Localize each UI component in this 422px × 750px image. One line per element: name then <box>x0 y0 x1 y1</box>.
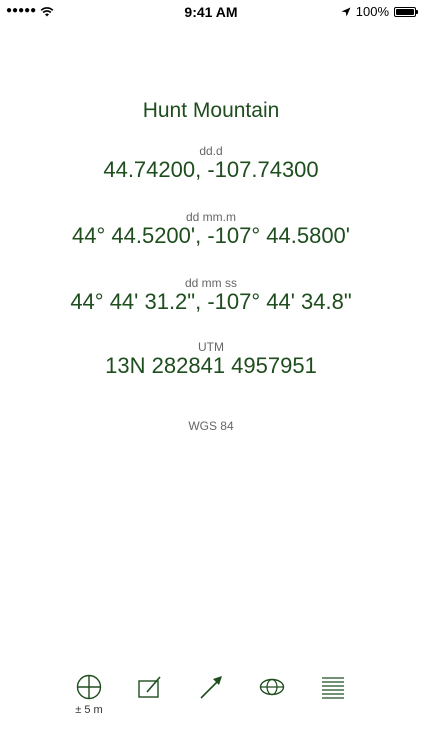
edit-button[interactable] <box>130 674 170 700</box>
accuracy-label: ± 5 m <box>75 704 103 716</box>
coordinate-value-ddmm: 44° 44.5200', -107° 44.5800' <box>72 223 350 248</box>
format-label-ddmm: dd mm.m <box>185 210 236 224</box>
globe-icon <box>259 678 285 696</box>
battery-percent: 100% <box>355 4 389 19</box>
format-label-utm: UTM <box>198 340 224 354</box>
battery-icon <box>394 7 418 17</box>
direction-button[interactable] <box>191 674 231 700</box>
location-title: Hunt Mountain <box>142 99 280 122</box>
globe-button[interactable] <box>252 674 292 700</box>
list-icon <box>322 677 344 699</box>
list-button[interactable] <box>313 674 353 700</box>
coordinate-value-dd: 44.74200, -107.74300 <box>103 157 319 182</box>
edit-icon <box>138 676 161 698</box>
format-label-dd: dd.d <box>199 144 223 158</box>
crosshair-icon <box>76 674 102 700</box>
bottom-toolbar: ± 5 m <box>0 672 422 742</box>
format-label-ddmmss: dd mm ss <box>184 276 237 290</box>
coordinate-value-ddmmss: 44° 44' 31.2", -107° 44' 34.8" <box>70 289 352 314</box>
location-services-icon <box>341 7 351 17</box>
status-right: 100% <box>341 4 418 20</box>
coordinate-value-utm: 13N 282841 4957951 <box>105 353 317 378</box>
direction-arrow-icon <box>200 676 222 699</box>
accuracy-button[interactable]: ± 5 m <box>69 674 109 717</box>
status-bar: ●●●●● 9:41 AM 100% <box>0 0 422 24</box>
datum-label: WGS 84 <box>188 419 234 433</box>
